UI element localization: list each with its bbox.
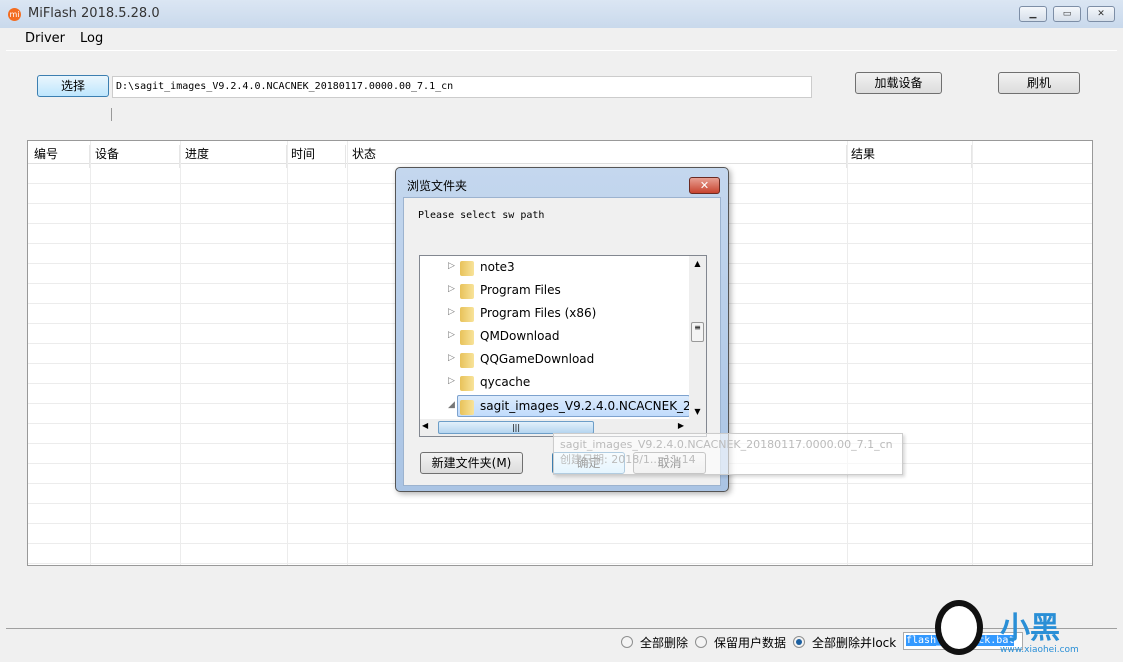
tree-item-label: qycache xyxy=(480,375,531,389)
scroll-left-icon[interactable]: ◀ xyxy=(422,421,428,430)
title-bar: mi MiFlash 2018.5.28.0 ▁ ▭ ✕ xyxy=(0,0,1123,28)
expand-arrow-icon[interactable]: ▷ xyxy=(448,330,455,340)
folder-icon xyxy=(460,400,474,415)
radio-clean-all-and-lock-label: 全部删除并lock xyxy=(812,636,897,650)
scroll-thumb[interactable]: ≡ xyxy=(691,322,704,342)
menu-driver[interactable]: Driver xyxy=(25,31,65,46)
folder-icon xyxy=(460,261,474,276)
tree-item-label: QQGameDownload xyxy=(480,352,595,366)
load-devices-button[interactable]: 加载设备 xyxy=(855,72,942,94)
path-input[interactable]: D:\sagit_images_V9.2.4.0.NCACNEK_2018011… xyxy=(112,76,812,98)
folder-icon xyxy=(460,353,474,368)
tooltip-name: sagit_images_V9.2.4.0.NCACNEK_20180117.0… xyxy=(560,438,893,451)
folder-tooltip: sagit_images_V9.2.4.0.NCACNEK_20180117.0… xyxy=(553,433,903,475)
tree-item[interactable]: ▷ qycache xyxy=(420,372,690,394)
progress-divider xyxy=(111,108,112,121)
tooltip-date: 创建日期: 2018/1... 11:14 xyxy=(560,453,696,466)
flash-button[interactable]: 刷机 xyxy=(998,72,1080,94)
dialog-close-button[interactable]: ✕ xyxy=(689,177,720,194)
tree-item[interactable]: ▷ Program Files (x86) xyxy=(420,303,690,325)
radio-clean-all[interactable] xyxy=(621,636,633,648)
dialog-title: 浏览文件夹 xyxy=(407,179,468,193)
tree-item-label: sagit_images_V9.2.4.0.NCACNEK_20180117.0… xyxy=(480,399,706,413)
table-header: 编号 设备 进度 时间 状态 结果 xyxy=(28,141,1092,168)
watermark-logo: 小黑 www.xiaohei.com xyxy=(930,595,1120,660)
tree-item[interactable]: ▷ note3 xyxy=(420,257,690,279)
radio-clean-all-label: 全部删除 xyxy=(640,636,689,650)
window-title: MiFlash 2018.5.28.0 xyxy=(28,6,160,21)
tree-item[interactable]: ◢ sagit_images_V9.2.4.0.NCACNEK_20180117.… xyxy=(448,395,706,417)
expand-arrow-icon[interactable]: ▷ xyxy=(448,307,455,317)
minimize-button[interactable]: ▁ xyxy=(1019,6,1047,22)
expand-arrow-icon[interactable]: ▷ xyxy=(448,376,455,386)
tree-item-label: Program Files (x86) xyxy=(480,306,597,320)
folder-icon xyxy=(460,284,474,299)
collapse-arrow-icon[interactable]: ◢ xyxy=(448,400,455,410)
table-row[interactable] xyxy=(28,504,1092,524)
dialog-prompt: Please select sw path xyxy=(418,210,545,221)
close-button[interactable]: ✕ xyxy=(1087,6,1115,22)
radio-save-user-data-label: 保留用户数据 xyxy=(714,636,787,650)
expand-arrow-icon[interactable]: ▷ xyxy=(448,353,455,363)
tree-item-label: note3 xyxy=(480,260,515,274)
menu-log[interactable]: Log xyxy=(80,31,103,46)
tree-item-label: QMDownload xyxy=(480,329,560,343)
expand-arrow-icon[interactable]: ▷ xyxy=(448,261,455,271)
tree-item-label: Program Files xyxy=(480,283,561,297)
folder-icon xyxy=(460,330,474,345)
new-folder-button[interactable]: 新建文件夹(M) xyxy=(420,452,523,474)
expand-arrow-icon[interactable]: ▷ xyxy=(448,284,455,294)
vertical-scrollbar[interactable]: ▲ ≡ ▼ xyxy=(689,256,706,419)
maximize-button[interactable]: ▭ xyxy=(1053,6,1081,22)
tree-item[interactable]: ▷ QMDownload xyxy=(420,326,690,348)
scroll-up-icon[interactable]: ▲ xyxy=(689,259,706,268)
mi-logo-icon: mi xyxy=(8,8,21,21)
scroll-down-icon[interactable]: ▼ xyxy=(689,407,706,416)
table-row[interactable] xyxy=(28,544,1092,564)
table-row[interactable] xyxy=(28,524,1092,544)
scroll-right-icon[interactable]: ▶ xyxy=(678,421,684,430)
menu-bar: Driver Log xyxy=(0,28,1123,50)
folder-tree[interactable]: ◢ sagit_images_V9.2.4.0.NCACNEK_20180117.… xyxy=(419,255,707,437)
folder-icon xyxy=(460,307,474,322)
tree-item[interactable]: ▷ Program Files xyxy=(420,280,690,302)
tree-item[interactable]: ▷ QQGameDownload xyxy=(420,349,690,371)
folder-icon xyxy=(460,376,474,391)
select-button[interactable]: 选择 xyxy=(37,75,109,97)
radio-clean-all-and-lock[interactable] xyxy=(793,636,805,648)
radio-save-user-data[interactable] xyxy=(695,636,707,648)
